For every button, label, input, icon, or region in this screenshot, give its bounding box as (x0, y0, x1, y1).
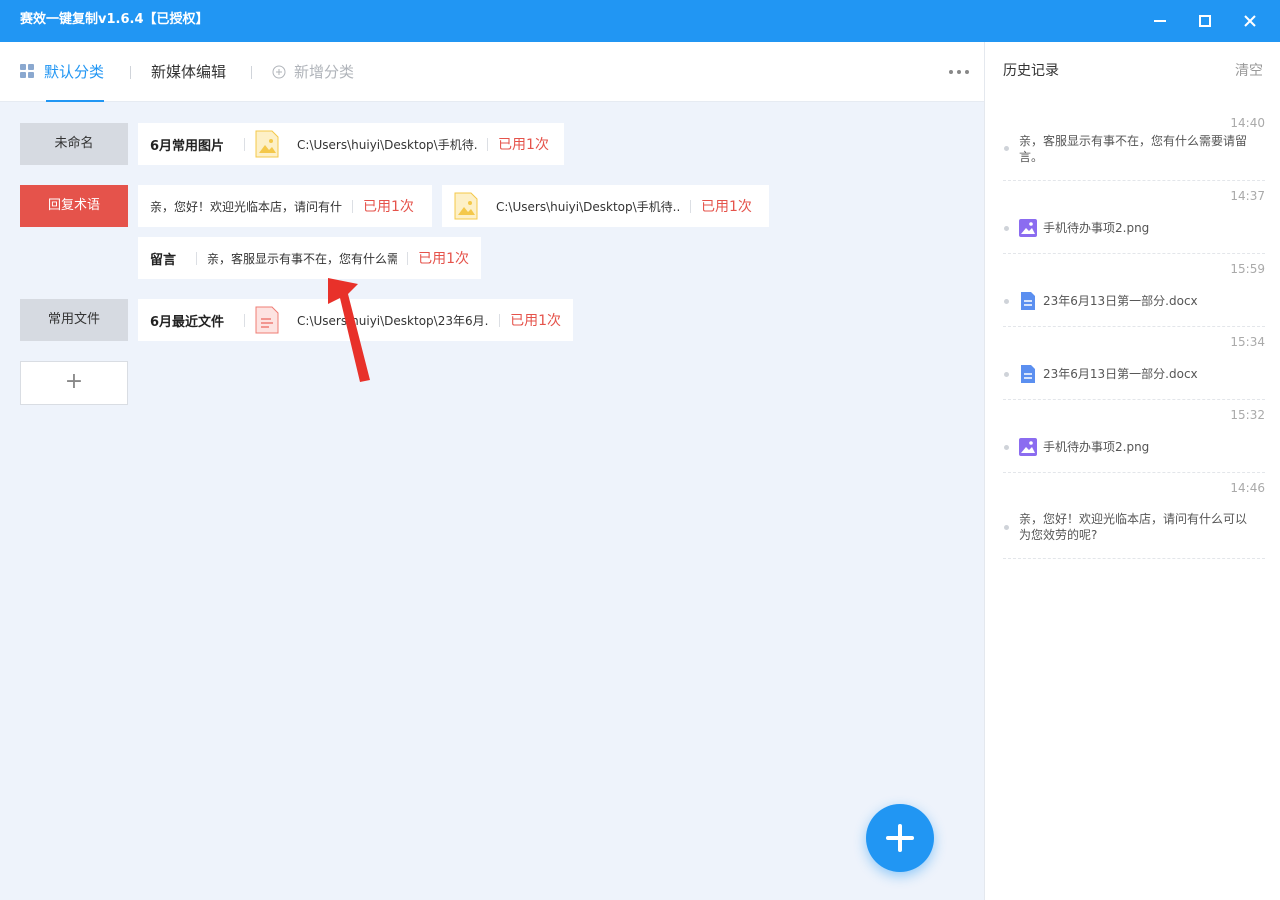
bullet-dot (1004, 445, 1009, 450)
doc-icon (1021, 365, 1035, 383)
add-category-button[interactable]: + (20, 361, 128, 405)
history-panel: 历史记录 清空 14:40 亲，客服显示有事不在，您有什么需要请留言。 14:3… (984, 42, 1280, 900)
history-item[interactable]: 15:59 23年6月13日第一部分.docx (1003, 254, 1265, 327)
card-text: C:\Users\huiyi\Desktop\手机待... (496, 199, 680, 214)
history-time: 14:37 (1230, 189, 1265, 203)
history-text: 23年6月13日第一部分.docx (1043, 367, 1198, 381)
tab-new-media-edit[interactable]: 新媒体编辑 (151, 42, 226, 102)
main-panel: 默认分类 新媒体编辑 新增分类 未命名 回复术语 常用文件 + 6月常用图片 C… (0, 42, 984, 900)
card-divider (690, 199, 691, 213)
history-item[interactable]: 14:40 亲，客服显示有事不在，您有什么需要请留言。 (1003, 108, 1265, 181)
bullet-dot (1004, 299, 1009, 304)
history-item[interactable]: 14:46 亲，您好！欢迎光临本店，请问有什么可以为您效劳的呢? (1003, 473, 1265, 559)
tab-label: 默认分类 (44, 63, 105, 81)
more-options-button[interactable] (948, 64, 970, 80)
history-time: 15:34 (1230, 335, 1265, 349)
image-icon (1019, 438, 1037, 456)
card-text: 亲，您好！欢迎光临本店，请问有什 (150, 199, 342, 214)
usage-count: 已用1次 (510, 313, 561, 329)
category-reply-phrases[interactable]: 回复术语 (20, 185, 128, 227)
tab-label: 新媒体编辑 (151, 63, 227, 81)
history-text: 23年6月13日第一部分.docx (1043, 294, 1198, 308)
tab-divider (251, 66, 252, 79)
card-name: 留言 (150, 252, 177, 268)
history-time: 15:59 (1230, 262, 1265, 276)
maximize-button[interactable] (1190, 6, 1220, 36)
image-icon (1019, 219, 1037, 237)
history-item[interactable]: 14:37 手机待办事项2.png (1003, 181, 1265, 254)
card-divider (352, 199, 353, 213)
minimize-icon (1154, 20, 1166, 22)
floating-add-button[interactable] (866, 804, 934, 872)
document-file-icon (255, 306, 279, 334)
clip-card[interactable]: C:\Users\huiyi\Desktop\手机待... 已用1次 (442, 185, 769, 227)
close-button[interactable] (1235, 6, 1265, 36)
bullet-dot (1004, 146, 1009, 151)
history-time: 14:46 (1230, 481, 1265, 495)
history-item[interactable]: 15:32 手机待办事项2.png (1003, 400, 1265, 473)
card-divider (499, 313, 501, 327)
tab-label: 新增分类 (294, 63, 355, 81)
category-common-files[interactable]: 常用文件 (20, 299, 128, 341)
minimize-button[interactable] (1145, 6, 1175, 36)
card-divider (244, 137, 246, 151)
tab-divider (130, 66, 131, 79)
annotation-arrow-icon (328, 278, 370, 382)
history-text: 手机待办事项2.png (1043, 221, 1150, 235)
card-divider (196, 251, 198, 265)
history-body: 23年6月13日第一部分.docx (1019, 365, 1251, 383)
history-title: 历史记录 (1003, 63, 1059, 79)
maximize-icon (1199, 15, 1211, 27)
history-time: 15:32 (1230, 408, 1265, 422)
tab-add-category[interactable]: 新增分类 (272, 42, 354, 102)
bullet-dot (1004, 372, 1009, 377)
usage-count: 已用1次 (498, 137, 549, 153)
card-name: 6月常用图片 (150, 138, 225, 154)
add-circle-icon (272, 65, 286, 79)
clip-card[interactable]: 亲，您好！欢迎光临本店，请问有什 已用1次 (138, 185, 432, 227)
usage-count: 已用1次 (701, 199, 752, 215)
title-bar: 赛效一键复制v1.6.4【已授权】 (0, 0, 1280, 42)
history-item[interactable]: 15:34 23年6月13日第一部分.docx (1003, 327, 1265, 400)
bullet-dot (1004, 226, 1009, 231)
bullet-dot (1004, 525, 1009, 530)
tab-bar: 默认分类 新媒体编辑 新增分类 (0, 42, 984, 102)
card-text: C:\Users\huiyi\Desktop\手机待... (297, 137, 478, 152)
history-time: 14:40 (1230, 116, 1265, 130)
plus-icon (886, 824, 914, 852)
history-body: 手机待办事项2.png (1019, 219, 1251, 237)
close-icon (1244, 15, 1256, 27)
window-title: 赛效一键复制v1.6.4【已授权】 (20, 12, 209, 27)
history-text: 亲，您好！欢迎光临本店，请问有什么可以为您效劳的呢? (1019, 512, 1248, 542)
history-text: 亲，客服显示有事不在，您有什么需要请留言。 (1019, 134, 1248, 164)
card-divider (244, 313, 246, 327)
usage-count: 已用1次 (418, 251, 469, 267)
clear-history-button[interactable]: 清空 (1235, 60, 1263, 80)
card-divider (407, 251, 409, 265)
card-divider (487, 137, 489, 151)
image-file-icon (454, 192, 478, 220)
history-body: 手机待办事项2.png (1019, 438, 1251, 456)
category-unnamed[interactable]: 未命名 (20, 123, 128, 165)
tab-default-category[interactable]: 默认分类 (20, 42, 105, 102)
doc-icon (1021, 292, 1035, 310)
clip-card[interactable]: 6月常用图片 C:\Users\huiyi\Desktop\手机待... 已用1… (138, 123, 564, 165)
image-file-icon (255, 130, 279, 158)
usage-count: 已用1次 (363, 199, 414, 215)
history-body: 23年6月13日第一部分.docx (1019, 292, 1251, 310)
card-name: 6月最近文件 (150, 314, 225, 330)
grid-icon (20, 64, 34, 78)
more-dots-icon (949, 70, 969, 74)
history-text: 手机待办事项2.png (1043, 440, 1150, 454)
